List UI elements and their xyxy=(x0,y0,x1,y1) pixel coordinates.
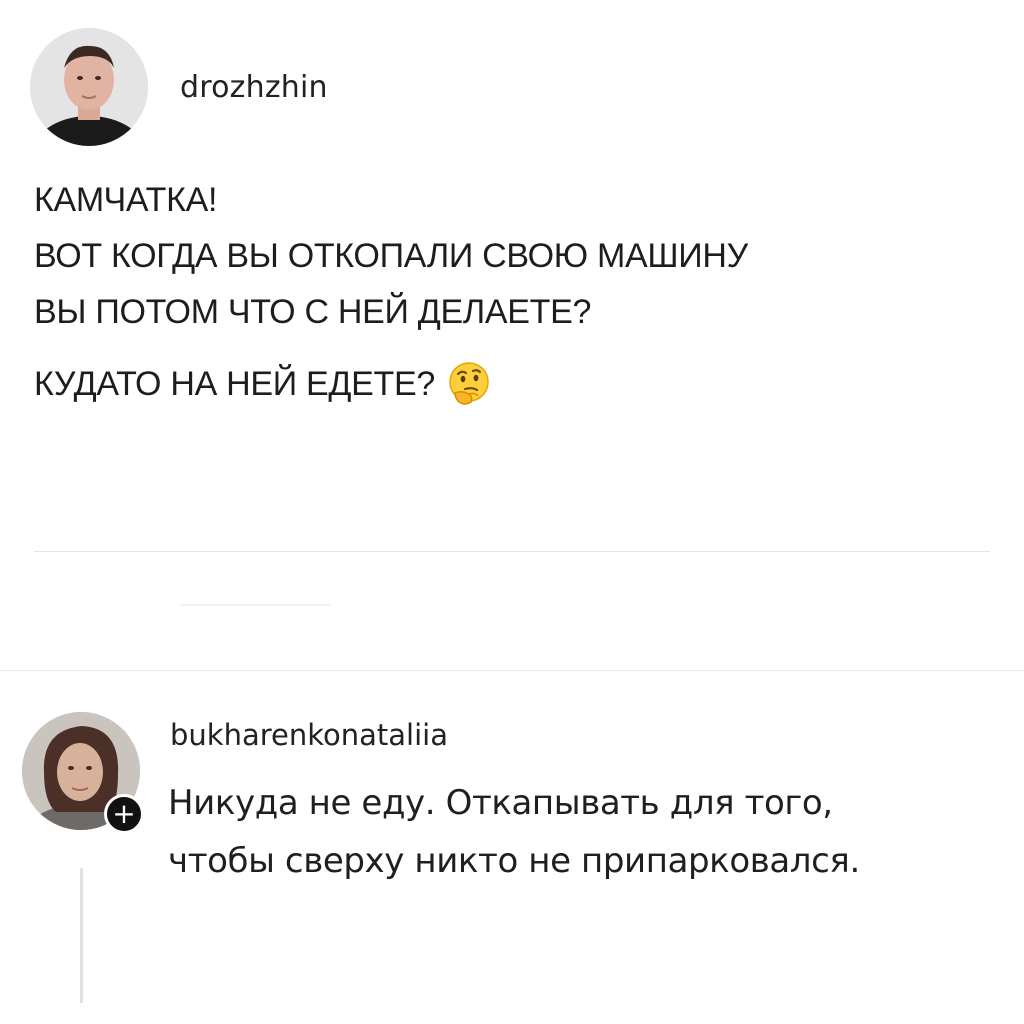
divider xyxy=(34,551,990,552)
post-text-line: ВЫ ПОТОМ ЧТО С НЕЙ ДЕЛАЕТЕ? xyxy=(34,293,592,331)
comment-text: Никуда не еду. Откапывать для того, чтоб… xyxy=(168,774,988,890)
thinking-face-icon xyxy=(445,360,493,408)
user-avatar[interactable] xyxy=(30,28,148,146)
plus-icon[interactable]: + xyxy=(104,794,144,834)
post-username[interactable]: drozhzhin xyxy=(180,70,328,105)
divider xyxy=(180,604,330,606)
comment-text-line: Никуда не еду. Откапывать для того, xyxy=(168,783,833,823)
post-text-line: КУДАТО НА НЕЙ ЕДЕТЕ? xyxy=(34,365,435,403)
comment-username[interactable]: bukharenkonataliia xyxy=(170,718,448,752)
divider xyxy=(0,670,1024,671)
thread-line xyxy=(80,868,83,1003)
post-text-last: КУДАТО НА НЕЙ ЕДЕТЕ? xyxy=(34,356,994,412)
post-body: КАМЧАТКА! ВОТ КОГДА ВЫ ОТКОПАЛИ СВОЮ МАШ… xyxy=(34,172,994,412)
comment-avatar-wrap: + xyxy=(22,712,147,837)
post-text-line: ВОТ КОГДА ВЫ ОТКОПАЛИ СВОЮ МАШИНУ xyxy=(34,237,748,275)
post-text-line: КАМЧАТКА! xyxy=(34,181,218,219)
comment-text-line: чтобы сверху никто не припарковался. xyxy=(168,841,860,881)
post-header: drozhzhin xyxy=(30,28,328,146)
